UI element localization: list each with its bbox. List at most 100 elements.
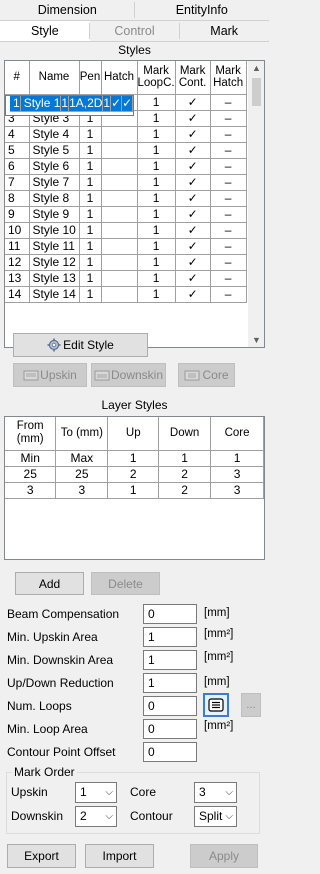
table-cell: 7 xyxy=(5,174,30,191)
num-loops-input[interactable]: 0 xyxy=(143,696,197,716)
table-cell: 1 xyxy=(137,110,176,127)
table-cell xyxy=(101,158,138,175)
styles-scrollbar[interactable]: ▲ ▼ xyxy=(248,61,264,347)
table-cell: 3 xyxy=(210,466,264,483)
more-button[interactable]: ... xyxy=(241,693,261,717)
table-cell: Style 8 xyxy=(29,190,80,207)
layer-styles-table[interactable]: From (mm) To (mm) Up Down Core Min Max 1 1 1 25 25… xyxy=(4,416,265,560)
table-cell xyxy=(101,206,138,223)
table-cell: ✓ xyxy=(175,206,211,223)
table-cell xyxy=(101,174,138,191)
layer-col-header[interactable]: Up xyxy=(107,417,160,451)
export-button[interactable]: Export xyxy=(7,844,76,868)
edit-style-label: Edit Style xyxy=(63,338,114,352)
add-button[interactable]: Add xyxy=(15,572,84,595)
table-cell: – xyxy=(210,222,247,239)
beam-comp-input[interactable]: 0 xyxy=(143,604,197,624)
layer-col-header[interactable]: Core xyxy=(210,417,264,451)
tab-entityinfo[interactable]: EntityInfo xyxy=(135,0,270,20)
apply-button[interactable]: Apply xyxy=(190,844,258,868)
min-upskin-input[interactable]: 1 xyxy=(143,627,197,647)
downskin-button[interactable]: Downskin xyxy=(91,363,166,387)
table-cell: Style 13 xyxy=(29,270,80,287)
table-cell: ✓ xyxy=(175,190,211,207)
min-loop-unit: [mm²] xyxy=(204,720,234,732)
core-button[interactable]: Core xyxy=(178,363,235,387)
list-editor-button[interactable] xyxy=(203,693,229,717)
table-row[interactable]: 13 Style 13 1 1 ✓ – xyxy=(5,270,247,287)
table-cell xyxy=(101,238,138,255)
layer-col-header[interactable]: To (mm) xyxy=(55,417,109,451)
styles-col-header[interactable]: Mark LoopC. xyxy=(137,61,176,95)
table-row[interactable]: 11 Style 11 1 1 ✓ – xyxy=(5,238,247,255)
scroll-down-icon[interactable]: ▼ xyxy=(248,335,264,345)
updown-red-input[interactable]: 1 xyxy=(143,673,197,693)
table-cell xyxy=(101,126,138,143)
styles-col-header[interactable]: Mark Cont. xyxy=(175,61,211,95)
import-button[interactable]: Import xyxy=(85,844,154,868)
table-cell: 1 xyxy=(79,222,102,239)
table-cell: ✓ xyxy=(175,222,211,239)
table-row[interactable]: 5 Style 5 1 1 ✓ – xyxy=(5,142,247,159)
mark-core-select[interactable]: 3 ⌵ xyxy=(194,782,237,803)
styles-col-header[interactable]: Mark Hatch xyxy=(210,61,247,95)
table-cell: 1 xyxy=(79,174,102,191)
table-cell: Style 10 xyxy=(29,222,80,239)
tab-mark[interactable]: Mark xyxy=(179,21,269,41)
scroll-thumb[interactable] xyxy=(252,78,261,106)
table-cell: ✓ xyxy=(175,238,211,255)
table-row[interactable]: 12 Style 12 1 1 ✓ – xyxy=(5,254,247,271)
edit-style-button[interactable]: Edit Style xyxy=(13,333,148,357)
table-cell: 1 xyxy=(107,450,160,467)
tab-divider xyxy=(89,23,90,39)
styles-col-header[interactable]: Hatch xyxy=(101,61,138,95)
table-cell: 9 xyxy=(5,206,30,223)
layer-col-header[interactable]: From (mm) xyxy=(5,417,57,451)
styles-table[interactable]: # Name Pen Hatch Mark LoopC. Mark Cont. Mark H… xyxy=(4,60,265,348)
table-cell xyxy=(101,142,138,159)
table-cell: 2 xyxy=(158,466,212,483)
table-row[interactable]: 6 Style 6 1 1 ✓ – xyxy=(5,158,247,175)
table-cell: – xyxy=(210,174,247,191)
styles-col-header[interactable]: # xyxy=(5,61,30,95)
table-cell: 1 xyxy=(137,254,176,271)
layer-col-header[interactable]: Down xyxy=(158,417,212,451)
table-row[interactable]: 25 25 2 2 3 xyxy=(5,466,264,483)
table-cell: Style 5 xyxy=(29,142,80,159)
table-row[interactable]: 8 Style 8 1 1 ✓ – xyxy=(5,190,247,207)
upskin-button[interactable]: Upskin xyxy=(13,363,87,387)
table-cell: 1 xyxy=(79,190,102,207)
table-row[interactable]: 1 Style 1 1 1A,2D 1 ✓ ✓ xyxy=(5,94,135,116)
min-downskin-input[interactable]: 1 xyxy=(143,650,197,670)
mark-contour-select[interactable]: Split ⌵ xyxy=(194,806,237,827)
table-row[interactable]: 14 Style 14 1 1 ✓ – xyxy=(5,286,247,303)
tab-dimension[interactable]: Dimension xyxy=(0,0,135,20)
mark-upskin-select[interactable]: 1 ⌵ xyxy=(75,782,117,803)
table-row[interactable]: 10 Style 10 1 1 ✓ – xyxy=(5,222,247,239)
table-cell: 3 xyxy=(210,482,264,499)
table-row[interactable]: 9 Style 9 1 1 ✓ – xyxy=(5,206,247,223)
styles-col-header[interactable]: Name xyxy=(29,61,80,95)
table-cell: 1 xyxy=(137,238,176,255)
table-row[interactable]: Min Max 1 1 1 xyxy=(5,450,264,467)
table-cell: – xyxy=(210,158,247,175)
table-cell: 8 xyxy=(5,190,30,207)
mark-downskin-select[interactable]: 2 ⌵ xyxy=(75,806,117,827)
table-row[interactable]: 33123 xyxy=(5,482,264,499)
styles-col-header[interactable]: Pen xyxy=(79,61,102,95)
gear-icon xyxy=(47,338,61,352)
table-cell: 1A,2D xyxy=(68,95,104,112)
table-row[interactable]: 4 Style 4 1 1 ✓ – xyxy=(5,126,247,143)
table-cell: 1 xyxy=(137,158,176,175)
scroll-up-icon[interactable]: ▲ xyxy=(248,63,264,73)
table-cell xyxy=(101,286,138,303)
tab-control[interactable]: Control xyxy=(90,21,180,41)
min-loop-input[interactable]: 0 xyxy=(143,719,197,739)
mark-contour-label: Contour xyxy=(130,809,173,823)
delete-button[interactable]: Delete xyxy=(91,572,160,595)
table-row[interactable]: 7 Style 7 1 1 ✓ – xyxy=(5,174,247,191)
contour-offset-input[interactable]: 0 xyxy=(143,742,197,762)
tab-style[interactable]: Style xyxy=(0,21,90,41)
divider xyxy=(0,41,269,42)
table-cell: – xyxy=(210,110,247,127)
